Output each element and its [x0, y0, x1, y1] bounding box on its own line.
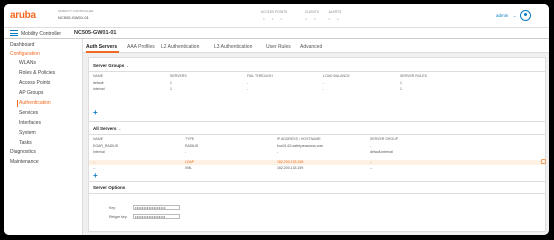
cell-server-group: -- [370, 166, 373, 170]
sidebar-item-authentication[interactable]: Authentication [19, 100, 51, 106]
cell-name: Internal [93, 150, 105, 154]
selected-controller-name: NC505-GW01-01 [74, 30, 117, 36]
alerts-status-dots: ● ● [328, 17, 342, 21]
user-avatar-icon[interactable] [520, 10, 531, 21]
col-header-fail-through[interactable]: FAIL THROUGH [247, 74, 273, 78]
sidebar-item-system[interactable]: System [19, 130, 36, 136]
divider [89, 181, 545, 182]
chevron-down-icon[interactable]: ⌄ [513, 13, 516, 18]
controller-name: NC505-GW01-01 [58, 15, 89, 20]
aruba-logo: aruba [10, 10, 36, 21]
context-bar: Mobility Controller NC505-GW01-01 [4, 28, 549, 39]
server-options-title: Server Options [93, 185, 126, 190]
sidebar-item-dashboard[interactable]: Dashboard [10, 42, 34, 48]
col-header-ip-hostname[interactable]: IP ADDRESS / HOSTNAME [277, 137, 321, 141]
cell-servers: 1 [170, 81, 172, 85]
sidebar-item-roles-policies[interactable]: Roles & Policies [19, 70, 55, 76]
top-header: aruba MOBILITY CONTROLLER NC505-GW01-01 … [4, 4, 549, 28]
col-header-load-balance[interactable]: LOAD BALANCE [323, 74, 350, 78]
sidebar-item-wlans[interactable]: WLANs [19, 60, 36, 66]
cell-server-group: - [370, 144, 372, 148]
cell-server-rules: 1 [400, 87, 402, 91]
add-server-group-button[interactable]: + [93, 109, 98, 117]
divider [89, 71, 545, 72]
cell-ip-hostname: 162.200.133.159 [277, 166, 304, 170]
sidebar-item-ap-groups[interactable]: AP Groups [19, 90, 43, 96]
all-servers-header[interactable]: All Servers ⌄ [93, 126, 122, 132]
divider [89, 121, 545, 122]
sidebar-item-maintenance[interactable]: Maintenance [10, 159, 39, 165]
access-points-status-dots: ● ● ● [262, 17, 286, 21]
access-points-stat[interactable]: ACCESS POINTS ● ● ● [259, 10, 289, 21]
sidebar-item-tasks[interactable]: Tasks [19, 140, 32, 146]
key-field[interactable]: •••••••••••••••••• [133, 205, 180, 210]
active-indicator [17, 100, 18, 107]
access-points-label: ACCESS POINTS [260, 10, 288, 14]
cell-ip-hostname: - [277, 150, 279, 154]
all-servers-title: All Servers [93, 126, 117, 131]
sidebar-item-access-points[interactable]: Access Points [19, 80, 50, 86]
cell-server-group: default,internal [370, 150, 393, 154]
divider [89, 134, 545, 135]
table-row-selected[interactable] [89, 160, 545, 165]
cell-type: XML [185, 166, 193, 170]
cell-name: default [93, 81, 104, 85]
cell-ip-hostname: box01.62.safetyreaccess.com [277, 144, 324, 148]
cell-fail-through: - [247, 87, 249, 91]
tab-user-rules[interactable]: User Rules [266, 44, 291, 50]
cell-servers: 1 [170, 87, 172, 91]
collapse-icon[interactable]: ⌄ [126, 63, 130, 68]
sidebar-item-diagnostics[interactable]: Diagnostics [10, 149, 36, 155]
sidebar-item-interfaces[interactable]: Interfaces [19, 120, 41, 126]
cell-type: RADIUS [185, 144, 199, 148]
divider [89, 193, 545, 194]
collapse-icon[interactable]: ⌄ [118, 126, 122, 131]
active-tab-underline [86, 51, 119, 53]
alerts-stat[interactable]: ALERTS ● ● [320, 10, 350, 21]
app-window: aruba MOBILITY CONTROLLER NC505-GW01-01 … [4, 4, 549, 235]
mobility-controller-label[interactable]: Mobility Controller [21, 31, 61, 37]
tab-aaa-profiles[interactable]: AAA Profiles [127, 44, 155, 50]
hamburger-menu-icon[interactable] [10, 30, 18, 36]
server-groups-header[interactable]: Server Groups ⌄ [93, 63, 129, 69]
sidebar-item-services[interactable]: Services [19, 110, 38, 116]
clients-label: CLIENTS [305, 10, 319, 14]
tab-auth-servers[interactable]: Auth Servers [86, 44, 117, 50]
col-header-server-rules[interactable]: SERVER RULES [400, 74, 427, 78]
col-header-server-group[interactable]: SERVER GROUP [370, 137, 398, 141]
tab-l3-authentication[interactable]: L3 Authentication [214, 44, 252, 50]
controller-type-label: MOBILITY CONTROLLER [58, 9, 94, 13]
cell-fail-through: - [247, 81, 249, 85]
cell-load-balance: - [323, 87, 325, 91]
cell-server-group: -- [370, 160, 373, 164]
col-header-type[interactable]: TYPE [185, 137, 194, 141]
col-header-name[interactable]: NAME [93, 74, 103, 78]
alerts-label: ALERTS [328, 10, 342, 14]
tab-bar: Auth Servers AAA Profiles L2 Authenticat… [83, 39, 549, 53]
col-header-servers[interactable]: SERVERS [170, 74, 187, 78]
cell-name: internal [93, 87, 105, 91]
user-menu[interactable]: admin [496, 13, 508, 18]
add-server-button[interactable]: + [93, 172, 98, 180]
retype-key-field[interactable]: •••••••••••••••••• [133, 214, 180, 219]
retype-key-label: Retype key: [109, 215, 128, 219]
col-header-name[interactable]: NAME [93, 137, 103, 141]
cell-server-rules: 1 [400, 81, 402, 85]
sidebar-nav: Dashboard Configuration WLANs Roles & Po… [4, 39, 83, 235]
cell-name: -- [93, 160, 96, 164]
tab-advanced[interactable]: Advanced [300, 44, 322, 50]
cell-load-balance: - [323, 81, 325, 85]
tab-l2-authentication[interactable]: L2 Authentication [161, 44, 199, 50]
key-label: Key: [109, 206, 117, 210]
cell-name: -- [93, 166, 96, 170]
server-groups-title: Server Groups [93, 63, 125, 68]
row-action-icon[interactable] [541, 159, 546, 164]
main-panel: Server Groups ⌄ NAME SERVERS FAIL THROUG… [88, 57, 546, 232]
cell-type: LDAP [185, 160, 195, 164]
cell-name: EGAR_RADIUS [93, 144, 119, 148]
cell-ip-hostname: 162.200.133.158 [277, 160, 304, 164]
cell-type: - [185, 150, 187, 154]
sidebar-item-configuration[interactable]: Configuration [10, 51, 40, 57]
